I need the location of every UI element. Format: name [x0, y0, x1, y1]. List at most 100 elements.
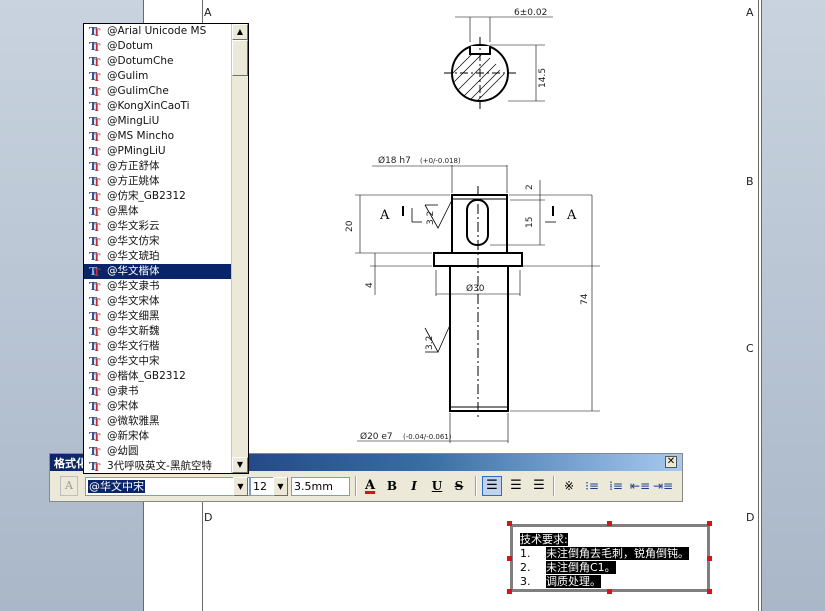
font-list-item[interactable]: T T @MS Mincho — [84, 129, 233, 144]
bold-icon[interactable]: B — [383, 475, 401, 497]
text-style-icon[interactable]: A — [60, 476, 78, 496]
italic-icon[interactable]: I — [405, 475, 423, 497]
truetype-font-icon: TT — [89, 400, 101, 414]
resize-handle-s[interactable] — [607, 589, 612, 594]
numbering-icon[interactable]: ⁞≡ — [606, 475, 626, 497]
font-list-item[interactable]: T T @DotumChe — [84, 54, 233, 69]
font-list-scrollbar[interactable]: ▲ ▼ — [231, 24, 248, 473]
font-list-item[interactable]: T T @幼圆 — [84, 444, 233, 459]
font-list-item-label: @MingLiU — [107, 115, 160, 127]
truetype-font-icon: TT — [89, 235, 101, 249]
dim-diameter-top: Ø18 h7 — [378, 155, 411, 166]
underline-icon[interactable]: U — [428, 475, 446, 497]
font-list-item[interactable]: T T @黑体 — [84, 204, 233, 219]
toolbar-separator — [475, 476, 477, 496]
dim-diameter-top-tolerance: (+0/-0.018) — [420, 157, 461, 165]
font-list-item[interactable]: T T @华文新魏 — [84, 324, 233, 339]
resize-handle-ne[interactable] — [707, 521, 712, 526]
font-list-item[interactable]: T T @仿宋_GB2312 — [84, 189, 233, 204]
font-list-item[interactable]: T T @华文楷体 — [84, 264, 233, 279]
truetype-font-icon: TT — [89, 430, 101, 444]
font-list-item[interactable]: T T @GulimChe — [84, 84, 233, 99]
bullets-icon[interactable]: ⁝≡ — [582, 475, 602, 497]
dim-flange-diameter: Ø30 — [466, 283, 485, 294]
font-list-item[interactable]: T T @楷体_GB2312 — [84, 369, 233, 384]
dim-keyway-depth: 14.5 — [538, 68, 548, 88]
shaft-elevation — [355, 165, 600, 443]
font-list-item-label: @Gulim — [107, 70, 149, 82]
resize-handle-e[interactable] — [707, 556, 712, 561]
text-annotation[interactable]: 技术要求: 1. 未注倒角去毛刺，锐角倒钝。 2. 未注倒角C1。 3. 调质处理。 — [510, 524, 710, 592]
font-list-item[interactable]: T T @华文中宋 — [84, 354, 233, 369]
close-button[interactable]: ✕ — [665, 456, 677, 468]
font-list-item[interactable]: T T @微软雅黑 — [84, 414, 233, 429]
symbol-icon[interactable]: ※ — [559, 475, 579, 497]
font-list-item-label: @方正舒体 — [107, 160, 160, 172]
dim-height-2: 2 — [525, 184, 535, 190]
font-list-item[interactable]: T T @宋体 — [84, 399, 233, 414]
resize-handle-nw[interactable] — [507, 521, 512, 526]
indent-decrease-icon[interactable]: ⇤≡ — [630, 475, 650, 497]
resize-handle-sw[interactable] — [507, 589, 512, 594]
truetype-font-icon: TT — [89, 295, 101, 309]
resize-handle-se[interactable] — [707, 589, 712, 594]
truetype-font-icon: TT — [89, 370, 101, 384]
section-label-right: A — [566, 208, 577, 223]
scroll-down-icon[interactable]: ▼ — [232, 457, 248, 473]
truetype-font-icon: TT — [89, 355, 101, 369]
truetype-font-icon: TT — [89, 325, 101, 339]
font-list-item-label: @华文仿宋 — [107, 235, 160, 247]
align-center-icon[interactable]: ☰ — [506, 475, 526, 497]
font-combo[interactable]: @华文中宋 — [85, 477, 250, 496]
section-view-circle — [444, 16, 553, 109]
font-combo-value: @华文中宋 — [88, 480, 145, 493]
note-line-1: 1. 未注倒角去毛刺，锐角倒钝。 — [520, 547, 689, 560]
font-list-item[interactable]: T T 3代呼吸英文-黑航空特 — [84, 459, 233, 473]
font-list-item[interactable]: T T @华文仿宋 — [84, 234, 233, 249]
font-list-item[interactable]: T T @KongXinCaoTi — [84, 99, 233, 114]
font-list-item[interactable]: T T @Gulim — [84, 69, 233, 84]
dim-height-15: 15 — [525, 217, 535, 228]
truetype-font-icon: TT — [89, 415, 101, 429]
font-list-item[interactable]: T T @新宋体 — [84, 429, 233, 444]
font-list-item-label: @隶书 — [107, 385, 139, 397]
font-list-item[interactable]: T T @华文宋体 — [84, 294, 233, 309]
font-list-item[interactable]: T T @华文琥珀 — [84, 249, 233, 264]
scroll-up-icon[interactable]: ▲ — [232, 24, 248, 40]
roughness-label-bottom: 3.2 — [425, 336, 435, 350]
font-list-item-label: @方正姚体 — [107, 175, 160, 187]
text-height-field[interactable]: 3.5mm — [291, 477, 350, 496]
align-right-icon[interactable]: ☰ — [529, 475, 549, 497]
font-list-item[interactable]: T T @华文隶书 — [84, 279, 233, 294]
font-list-item[interactable]: T T @Arial Unicode MS — [84, 24, 233, 39]
font-size-dropdown-button[interactable]: ▼ — [273, 477, 288, 496]
font-list-item-label: 3代呼吸英文-黑航空特 — [107, 460, 212, 472]
dim-diameter-bottom-tolerance: (-0.04/-0.061) — [403, 433, 452, 441]
font-list-item[interactable]: T T @华文细黑 — [84, 309, 233, 324]
font-list-item[interactable]: T T @华文彩云 — [84, 219, 233, 234]
font-list-item-label: @GulimChe — [107, 85, 169, 97]
resize-handle-n[interactable] — [607, 521, 612, 526]
toolbar-separator — [355, 476, 357, 496]
font-list-item[interactable]: T T @华文行楷 — [84, 339, 233, 354]
font-list-item-label: @DotumChe — [107, 55, 174, 67]
font-list-item[interactable]: T T @隶书 — [84, 384, 233, 399]
font-dropdown-list[interactable]: T T @Arial Unicode MS T T @Dotum T T @DotumChe T T… — [83, 23, 249, 474]
note-title: 技术要求: — [520, 533, 568, 546]
align-left-icon[interactable]: ☰ — [482, 476, 502, 496]
font-list-items: T T @Arial Unicode MS T T @Dotum T T @DotumChe T T… — [84, 24, 233, 473]
font-list-item[interactable]: T T @方正舒体 — [84, 159, 233, 174]
truetype-font-icon: TT — [89, 205, 101, 219]
resize-handle-w[interactable] — [507, 556, 512, 561]
font-list-item[interactable]: T T @MingLiU — [84, 114, 233, 129]
text-color-icon[interactable]: A — [361, 475, 379, 497]
font-list-item-label: @新宋体 — [107, 430, 149, 442]
font-list-item[interactable]: T T @方正姚体 — [84, 174, 233, 189]
font-list-item-label: @华文中宋 — [107, 355, 160, 367]
scroll-thumb[interactable] — [232, 40, 248, 76]
font-list-item[interactable]: T T @PMingLiU — [84, 144, 233, 159]
font-dropdown-button[interactable]: ▼ — [233, 477, 248, 496]
strikethrough-icon[interactable]: S — [450, 475, 468, 497]
indent-increase-icon[interactable]: ⇥≡ — [653, 475, 673, 497]
font-list-item[interactable]: T T @Dotum — [84, 39, 233, 54]
